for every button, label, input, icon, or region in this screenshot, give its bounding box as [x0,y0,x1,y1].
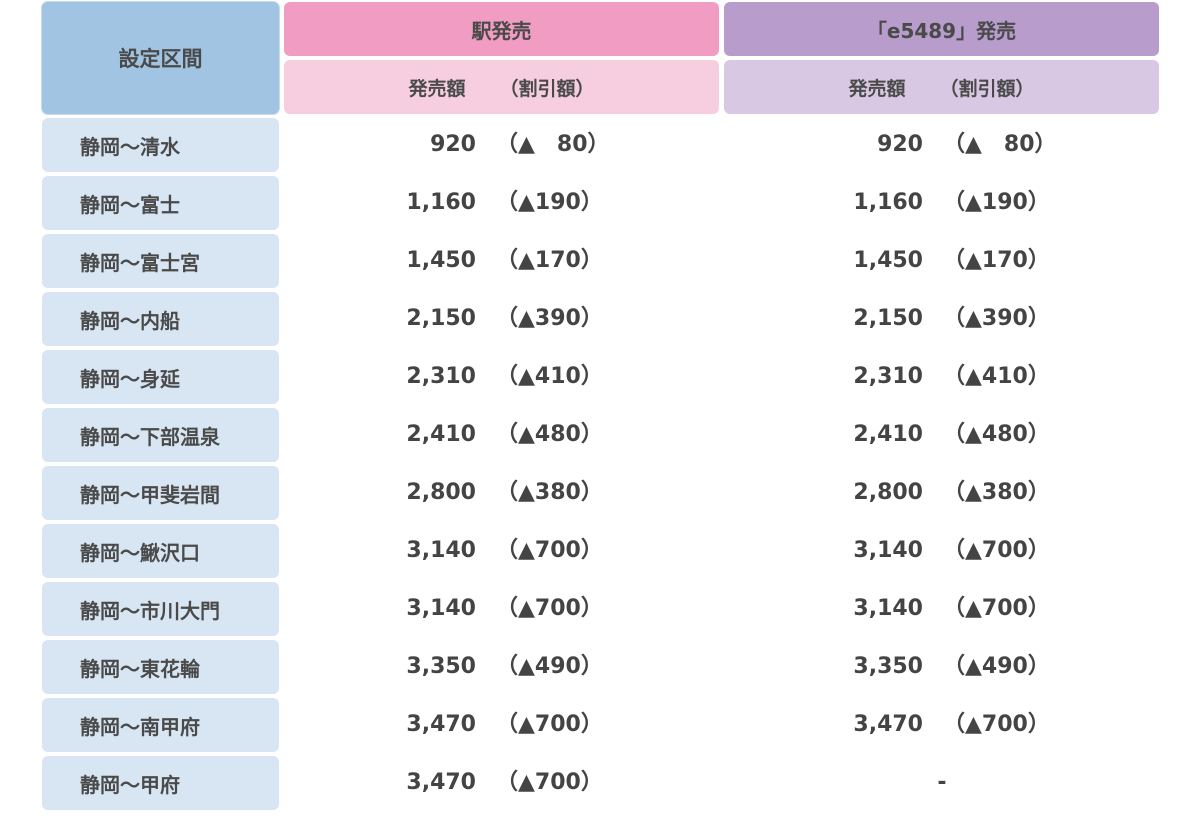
station-discount: （▲490） [496,654,603,679]
station-price: 3,470 [406,770,476,795]
station-discount-label: （割引額） [499,77,595,100]
e5489-discount: （▲410） [943,364,1050,389]
section-name: 静岡～身延 [42,350,279,404]
section-name: 静岡～鰍沢口 [42,524,279,578]
e5489-discount: （▲190） [943,190,1050,215]
e5489-discount: （▲390） [943,306,1050,331]
e5489-discount: （▲170） [943,248,1050,273]
station-price: 2,410 [406,422,476,447]
station-discount: （▲410） [496,364,603,389]
e5489-discount: （▲ 80） [943,132,1057,157]
e5489-discount-label: （割引額） [939,77,1035,100]
station-discount: （▲700） [496,770,603,795]
e5489-price: 3,140 [853,538,923,563]
station-discount: （▲170） [496,248,603,273]
station-price: 2,800 [406,480,476,505]
section-name: 静岡～清水 [42,118,279,172]
section-name: 静岡～甲斐岩間 [42,466,279,520]
section-name: 静岡～下部温泉 [42,408,279,462]
section-header: 設定区間 [42,2,279,114]
e5489-price: 1,160 [853,190,923,215]
e5489-unavailable: - [937,770,947,795]
section-name: 静岡～富士宮 [42,234,279,288]
station-discount: （▲390） [496,306,603,331]
e5489-discount: （▲490） [943,654,1050,679]
section-name: 静岡～内船 [42,292,279,346]
e5489-price: 3,470 [853,712,923,737]
e5489-price: 1,450 [853,248,923,273]
e5489-price: 2,410 [853,422,923,447]
station-sale-header-label: 駅発売 [471,18,532,43]
station-price: 1,450 [406,248,476,273]
station-discount: （▲ 80） [496,132,610,157]
e5489-sale-header: 「e5489」発売 [724,2,1159,56]
station-sale-header: 駅発売 [284,2,719,56]
station-price: 1,160 [406,190,476,215]
section-name: 静岡～富士 [42,176,279,230]
e5489-price: 920 [877,132,923,157]
e5489-price-label: 発売額 [848,77,906,100]
station-price: 3,140 [406,538,476,563]
e5489-sale-header-label: 「e5489」発売 [866,18,1017,43]
e5489-price: 2,150 [853,306,923,331]
e5489-price: 3,140 [853,596,923,621]
station-price: 2,310 [406,364,476,389]
e5489-price: 3,350 [853,654,923,679]
e5489-price: 2,310 [853,364,923,389]
station-price: 3,470 [406,712,476,737]
station-price-label: 発売額 [408,77,466,100]
station-discount: （▲700） [496,596,603,621]
section-name: 静岡～甲府 [42,756,279,810]
section-name: 静岡～市川大門 [42,582,279,636]
station-price: 920 [430,132,476,157]
e5489-discount: （▲380） [943,480,1050,505]
station-sale-subheader: 発売額 （割引額） [284,60,719,114]
station-discount: （▲700） [496,538,603,563]
section-name: 静岡～東花輪 [42,640,279,694]
e5489-price: 2,800 [853,480,923,505]
station-price: 3,140 [406,596,476,621]
section-name: 静岡～南甲府 [42,698,279,752]
station-discount: （▲700） [496,712,603,737]
station-price: 2,150 [406,306,476,331]
section-header-label: 設定区間 [118,47,203,71]
e5489-discount: （▲480） [943,422,1050,447]
station-discount: （▲380） [496,480,603,505]
station-discount: （▲480） [496,422,603,447]
e5489-discount: （▲700） [943,712,1050,737]
station-price: 3,350 [406,654,476,679]
station-discount: （▲190） [496,190,603,215]
e5489-discount: （▲700） [943,596,1050,621]
e5489-sale-subheader: 発売額 （割引額） [724,60,1159,114]
e5489-discount: （▲700） [943,538,1050,563]
